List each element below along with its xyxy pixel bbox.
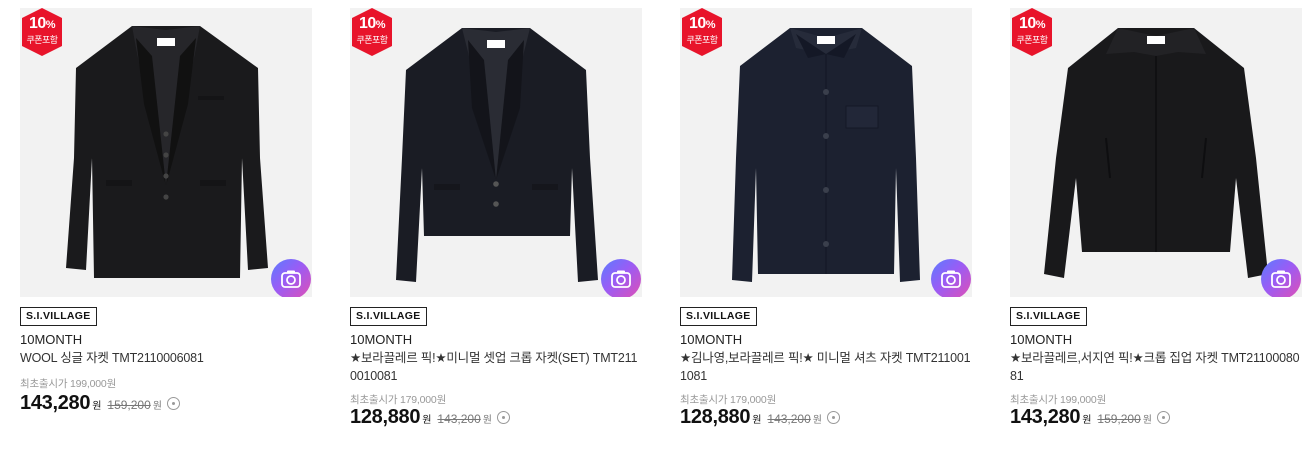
sale-price: 143,280 xyxy=(20,392,91,414)
product-title[interactable]: ★보라끌레르,서지연 픽!★크롭 집업 자켓 TMT2110008081 xyxy=(1010,349,1302,385)
brand-name[interactable]: 10MONTH xyxy=(20,332,82,348)
product-image[interactable]: 10% 쿠폰포함 xyxy=(1010,8,1302,297)
product-photo-shirt-jacket xyxy=(732,28,920,282)
store-tag[interactable]: S.I.VILLAGE xyxy=(680,307,757,326)
product-image[interactable]: 10% 쿠폰포함 xyxy=(20,8,312,297)
sale-price: 128,880 xyxy=(680,406,751,428)
coupon-badge-icon: 10% 쿠폰포함 xyxy=(352,8,392,56)
original-price-label: 최초출시가 199,000원 xyxy=(20,378,117,390)
coupon-label: 쿠폰포함 xyxy=(356,35,388,45)
list-price-unit: 원 xyxy=(812,415,822,426)
coupon-percent-sign: % xyxy=(375,19,386,31)
product-title[interactable]: ★보라끌레르 픽!★미니멀 셋업 크롭 자켓(SET) TMT211001008… xyxy=(350,349,642,385)
product-image[interactable]: 10% 쿠폰포함 xyxy=(680,8,972,297)
product-image[interactable]: 10% 쿠폰포함 xyxy=(350,8,642,297)
coupon-percent: 10 xyxy=(688,15,706,32)
sale-price-unit: 원 xyxy=(1082,415,1092,426)
store-tag[interactable]: S.I.VILLAGE xyxy=(350,307,427,326)
sale-price: 128,880 xyxy=(350,406,421,428)
product-grid: 10% 쿠폰포함 S.I.VILLAGE 10MONTH WOOL 싱글 자켓 … xyxy=(0,0,1310,451)
list-price-unit: 원 xyxy=(1142,415,1152,426)
product-photo-cropped-setup-jacket xyxy=(396,28,598,282)
coupon-badge-icon: 10% 쿠폰포함 xyxy=(22,8,62,56)
brand-name[interactable]: 10MONTH xyxy=(1010,332,1072,348)
original-price-label: 최초출시가 199,000원 xyxy=(1010,394,1107,406)
photo-review-camera-icon[interactable] xyxy=(601,259,641,297)
list-price: 143,200 xyxy=(767,412,811,426)
original-price-label: 최초출시가 179,000원 xyxy=(680,394,777,406)
photo-review-camera-icon[interactable] xyxy=(1261,259,1301,297)
price-info-icon[interactable] xyxy=(167,397,180,410)
price-row: 143,280 원 159,200 원 xyxy=(20,392,180,418)
coupon-badge-icon: 10% 쿠폰포함 xyxy=(1012,8,1052,56)
coupon-percent-sign: % xyxy=(45,19,56,31)
store-tag[interactable]: S.I.VILLAGE xyxy=(20,307,97,326)
price-info-icon[interactable] xyxy=(1157,411,1170,424)
sale-price: 143,280 xyxy=(1010,406,1081,428)
price-row: 128,880 원 143,200 원 xyxy=(680,406,840,432)
brand-name[interactable]: 10MONTH xyxy=(350,332,412,348)
price-row: 143,280 원 159,200 원 xyxy=(1010,406,1170,432)
product-card[interactable]: 10% 쿠폰포함 S.I.VILLAGE 10MONTH ★보라끌레르 픽!★미… xyxy=(350,0,642,451)
coupon-percent-sign: % xyxy=(705,19,716,31)
list-price: 159,200 xyxy=(1097,412,1141,426)
brand-name[interactable]: 10MONTH xyxy=(680,332,742,348)
coupon-percent: 10 xyxy=(1018,15,1036,32)
photo-review-camera-icon[interactable] xyxy=(271,259,311,297)
list-price: 159,200 xyxy=(107,398,151,412)
product-card[interactable]: 10% 쿠폰포함 S.I.VILLAGE 10MONTH ★김나영,보라끌레르 … xyxy=(680,0,972,451)
photo-review-camera-icon[interactable] xyxy=(931,259,971,297)
product-card[interactable]: 10% 쿠폰포함 S.I.VILLAGE 10MONTH WOOL 싱글 자켓 … xyxy=(20,0,312,451)
coupon-label: 쿠폰포함 xyxy=(26,35,58,45)
price-info-icon[interactable] xyxy=(827,411,840,424)
list-price: 143,200 xyxy=(437,412,481,426)
product-title[interactable]: ★김나영,보라끌레르 픽!★ 미니멀 셔츠 자켓 TMT2110011081 xyxy=(680,349,972,385)
coupon-percent-sign: % xyxy=(1035,19,1046,31)
list-price-unit: 원 xyxy=(152,401,162,412)
store-tag[interactable]: S.I.VILLAGE xyxy=(1010,307,1087,326)
price-info-icon[interactable] xyxy=(497,411,510,424)
list-price-unit: 원 xyxy=(482,415,492,426)
original-price-label: 최초출시가 179,000원 xyxy=(350,394,447,406)
sale-price-unit: 원 xyxy=(422,415,432,426)
sale-price-unit: 원 xyxy=(92,401,102,412)
product-card[interactable]: 10% 쿠폰포함 S.I.VILLAGE 10MONTH ★보라끌레르,서지연 … xyxy=(1010,0,1302,451)
product-photo-single-blazer xyxy=(66,26,268,278)
sale-price-unit: 원 xyxy=(752,415,762,426)
coupon-label: 쿠폰포함 xyxy=(1016,35,1048,45)
coupon-badge-icon: 10% 쿠폰포함 xyxy=(682,8,722,56)
coupon-percent: 10 xyxy=(358,15,376,32)
product-title[interactable]: WOOL 싱글 자켓 TMT2110006081 xyxy=(20,349,312,367)
product-photo-cropped-zipup-jacket xyxy=(1044,28,1268,278)
coupon-percent: 10 xyxy=(28,15,46,32)
coupon-label: 쿠폰포함 xyxy=(686,35,718,45)
price-row: 128,880 원 143,200 원 xyxy=(350,406,510,432)
